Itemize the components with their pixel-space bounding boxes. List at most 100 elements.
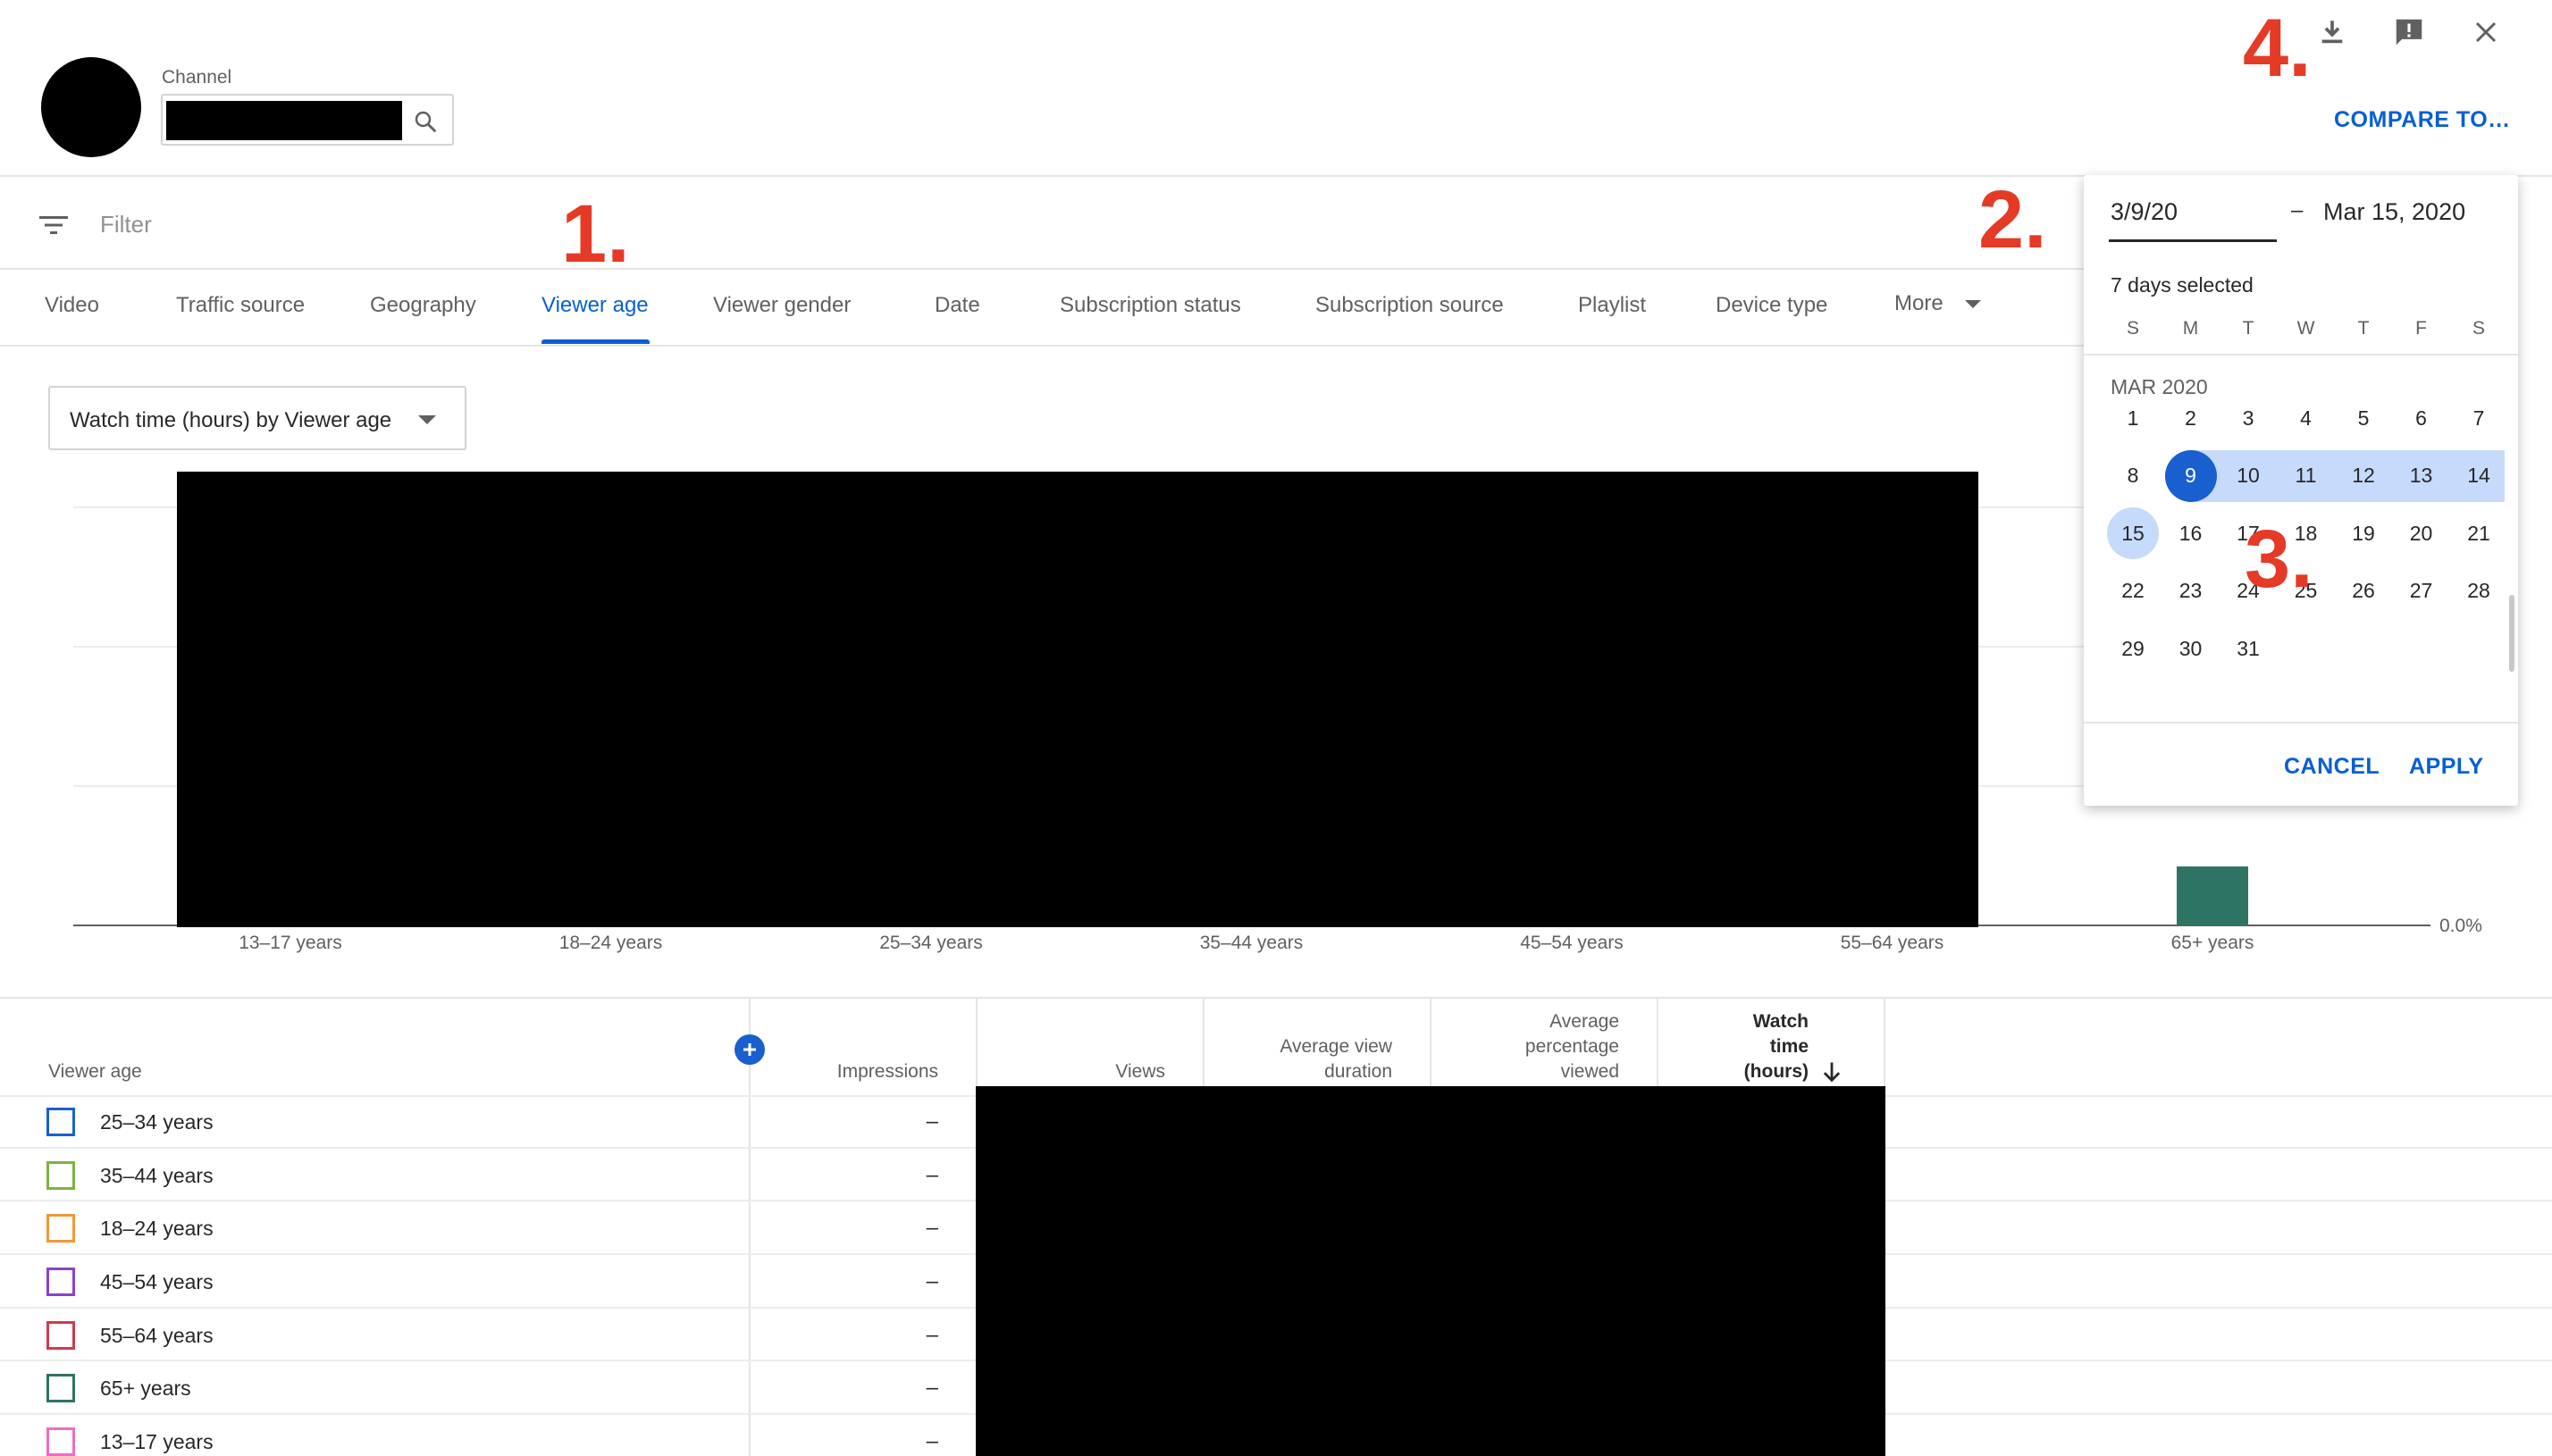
tab-viewer-gender[interactable]: Viewer gender [713,293,851,318]
weekday-label: T [2242,318,2254,339]
calendar-day[interactable]: 13 [2396,450,2447,502]
metric-dropdown[interactable]: Watch time (hours) by Viewer age [48,386,466,450]
plus-circle-icon[interactable] [735,1034,765,1065]
start-date-underline [2109,239,2277,242]
row-checkbox[interactable] [46,1267,75,1296]
calendar-day[interactable]: 27 [2396,565,2447,617]
calendar-day[interactable]: 4 [2280,392,2332,444]
tab-traffic-source[interactable]: Traffic source [176,293,305,318]
tab-video[interactable]: Video [45,293,99,318]
header-line: Average view [1280,1036,1392,1057]
calendar-day[interactable]: 6 [2396,392,2447,444]
calendar-day[interactable]: 9 [2164,449,2217,502]
tab-playlist[interactable]: Playlist [1578,293,1646,318]
calendar-scrollbar[interactable] [2509,595,2514,672]
row-checkbox[interactable] [46,1427,75,1456]
filter-divider [0,268,2084,270]
tab-date[interactable]: Date [935,293,980,318]
calendar-day[interactable]: 22 [2107,565,2159,617]
header-line: Average [1549,1011,1619,1032]
column-header-watch-time[interactable]: Watch time (hours) [1744,1009,1809,1084]
start-date-input[interactable]: 3/9/20 [2111,198,2178,226]
calendar-day[interactable]: 14 [2453,450,2505,502]
calendar-day[interactable]: 21 [2453,507,2505,559]
close-icon[interactable] [2461,7,2511,57]
table-col-divider [1203,997,1205,1086]
filter-input[interactable]: Filter [100,211,152,238]
calendar-day[interactable]: 23 [2165,565,2217,617]
calendar-day[interactable]: 19 [2338,507,2389,559]
calendar-day[interactable]: 16 [2165,507,2217,559]
calendar-day[interactable]: 29 [2107,623,2159,674]
download-icon[interactable] [2307,7,2357,57]
row-label: 18–24 years [100,1217,214,1241]
row-checkbox[interactable] [46,1374,75,1403]
row-checkbox[interactable] [46,1107,75,1136]
chart-x-tick-label: 35–44 years [1200,933,1304,953]
impressions-value: – [926,1322,938,1347]
chart-y-tick-label: 0.0% [2439,916,2482,936]
end-date-input[interactable]: Mar 15, 2020 [2323,198,2465,226]
chart-x-tick-label: 13–17 years [239,933,342,953]
tab-geography[interactable]: Geography [370,293,476,318]
table-col-divider [1657,997,1658,1086]
tab-device-type[interactable]: Device type [1716,293,1827,318]
row-checkbox[interactable] [46,1160,75,1190]
row-checkbox[interactable] [46,1320,75,1350]
impressions-value: – [926,1216,938,1241]
row-checkbox[interactable] [46,1214,75,1243]
calendar-day[interactable]: 28 [2453,565,2505,617]
impressions-value: – [926,1109,938,1134]
filter-icon[interactable] [36,207,71,243]
annotation-2: 2. [1978,174,2047,265]
chart-x-tick-labels: 13–17 years 18–24 years 25–34 years 35–44 y… [239,933,2254,953]
header-line: (hours) [1743,1061,1809,1082]
column-header-avg-view-duration[interactable]: Average view duration [1280,1034,1392,1084]
channel-label: Channel [162,67,232,88]
calendar-day[interactable]: 12 [2338,450,2389,502]
compare-to-link[interactable]: COMPARE TO… [2334,107,2511,133]
column-header-views[interactable]: Views [1115,1059,1165,1084]
calendar-day[interactable]: 30 [2165,623,2217,674]
calendar-day[interactable]: 15 [2107,507,2159,559]
tab-subscription-source[interactable]: Subscription source [1315,293,1504,318]
calendar-day[interactable]: 20 [2396,507,2447,559]
calendar-day[interactable]: 10 [2222,450,2274,502]
chart-bar[interactable] [2177,866,2248,925]
weekday-label: M [2182,318,2199,339]
impressions-value: – [926,1268,938,1293]
calendar-day[interactable]: 31 [2222,623,2274,674]
column-header-viewer-age[interactable]: Viewer age [48,1059,142,1084]
tab-subscription-status[interactable]: Subscription status [1060,293,1241,318]
chart-x-tick-label: 25–34 years [879,933,983,953]
date-separator: – [2291,198,2304,222]
channel-search-box[interactable] [161,94,454,146]
weekday-label: T [2357,318,2370,339]
header-line: Watch [1752,1011,1809,1032]
search-icon[interactable] [406,102,445,141]
calendar-day[interactable]: 26 [2338,565,2389,617]
arrow-down-icon[interactable] [1819,1059,1844,1084]
annotation-4: 4. [2243,3,2312,94]
calendar-day[interactable]: 8 [2107,450,2159,502]
column-header-impressions[interactable]: Impressions [837,1059,938,1084]
cancel-button[interactable]: CANCEL [2284,754,2380,780]
apply-button[interactable]: APPLY [2409,754,2484,780]
calendar-day[interactable]: 2 [2165,392,2217,444]
impressions-value: – [926,1376,938,1401]
row-label: 65+ years [100,1377,191,1401]
calendar-day[interactable]: 3 [2222,392,2274,444]
column-header-avg-percentage-viewed[interactable]: Average percentage viewed [1525,1009,1619,1084]
tab-more[interactable]: More [1894,291,1982,316]
chart-x-tick-label: 18–24 years [559,933,663,953]
tab-more-label: More [1894,291,1943,315]
calendar-day[interactable]: 1 [2107,392,2159,444]
feedback-icon[interactable] [2384,7,2434,57]
active-tab-indicator [541,339,650,344]
tab-viewer-age[interactable]: Viewer age [541,293,649,318]
calendar-day[interactable]: 11 [2280,450,2332,502]
chart-x-tick-label: 65+ years [2171,933,2254,953]
calendar-day[interactable]: 5 [2338,392,2389,444]
calendar-day[interactable]: 7 [2453,392,2505,444]
row-label: 13–17 years [100,1430,214,1454]
